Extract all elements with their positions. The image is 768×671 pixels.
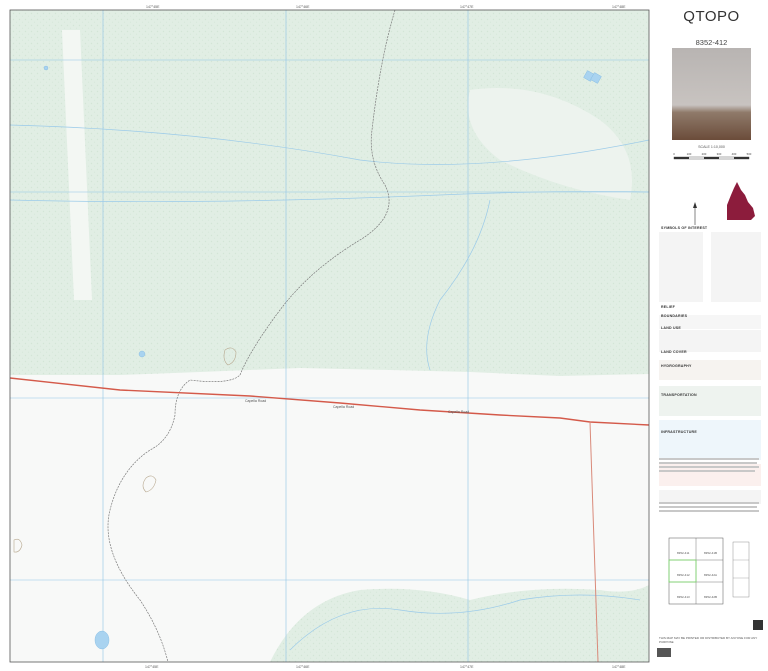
sheet-index-label: 8352-42A [704,573,718,577]
qr-code [753,620,763,630]
road-label: Capella Road [245,399,266,403]
scale-tick-label: 100 [687,152,692,156]
legend-section: RELIEF [661,305,675,309]
scale-tick-label: 200 [702,152,707,156]
sheet-index-label: 8352-413 [677,595,690,599]
scale-tick-label: 400 [732,152,737,156]
road-label: Capella Road [333,405,354,409]
sheet-index-label: 8352-412 [677,573,690,577]
grid-label: 147°48E [612,665,626,669]
scale-bar [673,156,750,160]
app-title: QTOPO [683,8,740,25]
sheet-number: 8352-412 [695,38,728,47]
legend-section: INFRASTRUCTURE [661,430,697,434]
legend-section: TRANSPORTATION [661,393,697,397]
disclaimer-heading: THIS MAP MAY BE PRINTED OR DISTRIBUTED B… [659,636,758,644]
sheet-index-label: 8352-411 [677,551,690,555]
legend-section: LAND COVER [661,350,687,354]
creative-commons-logo [657,648,671,657]
grid-label: 147°47E [460,665,474,669]
legend-section: BOUNDARIES [661,314,688,318]
grid-label: 147°47E [460,5,474,9]
legend-section: HYDROGRAPHY [661,364,692,368]
cover-photo [672,48,751,140]
grid-label: 147°45E [146,5,160,9]
legend-panel: QTOPO 8352-412 SCALE 1:10,000 0 100 200 … [655,0,768,671]
grid-label: 147°45E [145,665,159,669]
north-arrow-icon [693,202,697,225]
topographic-map[interactable]: 147°45E 147°46E 147°47E 147°48E 147°45E … [0,0,768,671]
sheet-fold-diagram [732,541,750,598]
sheet-index-label: 8352-41B [704,551,718,555]
road-label: Capella Road [448,410,469,414]
scale-tick-label: 500 [747,152,752,156]
scale-tick-label: 0 [673,152,675,156]
sheet-index-label: 8352-42B [704,595,718,599]
grid-label: 147°46E [296,5,310,9]
queensland-locality-map [727,182,755,220]
legend-heading: SYMBOLS OF INTEREST [661,226,708,230]
grid-label: 147°46E [296,665,310,669]
scale-label: SCALE 1:10,000 [698,145,725,149]
scale-tick-label: 300 [717,152,722,156]
legend-section: LAND USE [661,326,681,330]
grid-label: 147°48E [612,5,626,9]
